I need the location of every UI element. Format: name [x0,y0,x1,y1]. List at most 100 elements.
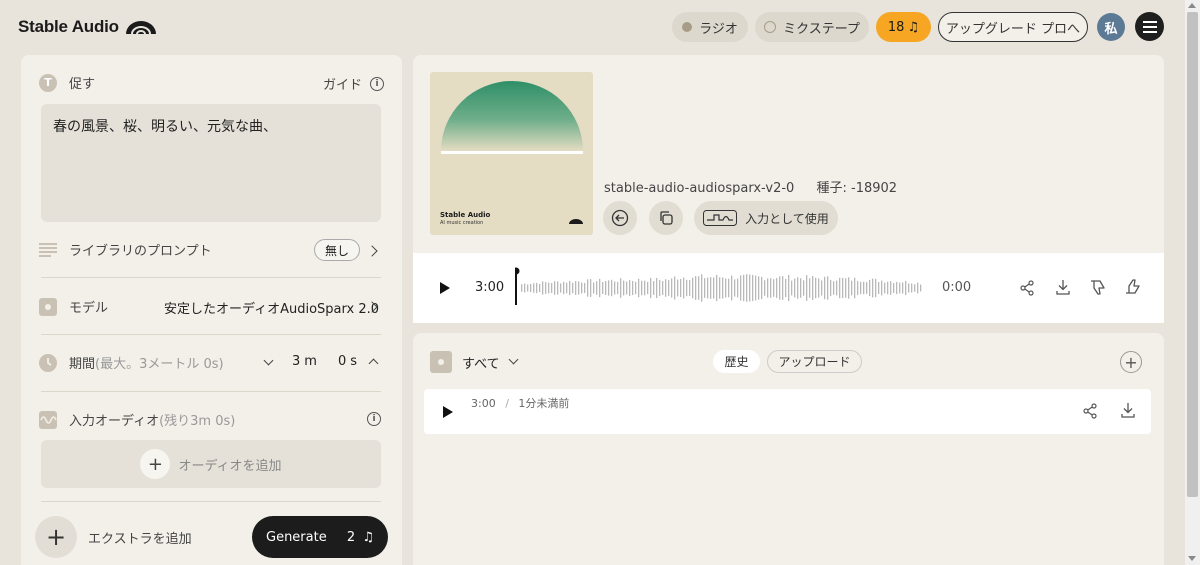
download-icon[interactable] [1055,279,1071,295]
waveform-bar [683,277,685,299]
prompt-input[interactable]: 春の風景、桜、明るい、元気な曲、 [41,104,381,222]
duration-minutes[interactable]: 3 m [292,354,317,369]
waveform-bars [512,267,922,305]
waveform[interactable] [512,267,929,307]
chevron-up-icon[interactable] [368,358,379,369]
waveform-bar [533,283,535,293]
waveform-bar [767,278,769,298]
library-value-badge[interactable]: 無し [314,239,360,261]
waveform-bar [797,277,799,299]
waveform-bar [896,281,898,295]
waveform-bar [782,276,784,300]
waveform-bar [839,277,841,299]
share-icon[interactable] [1082,403,1098,419]
upgrade-label: アップグレード プロへ [945,21,1081,37]
waveform-bar [863,281,865,295]
divider [41,334,381,335]
waveform-bar [590,279,592,297]
history-separator: / [505,397,509,410]
model-select[interactable]: 安定したオーディオAudioSparx 2.0 [164,298,379,317]
waveform-bar [917,282,919,294]
waveform-bar [572,282,574,294]
waveform-bar [878,281,880,295]
waveform-bar [671,278,673,298]
mixtape-button[interactable]: ミクステープ [755,12,869,42]
input-audio-info[interactable]: i [367,412,381,426]
waveform-bar [542,281,544,295]
playhead-knob[interactable] [512,267,520,275]
avatar[interactable]: 私 [1097,13,1125,41]
result-meta: stable-audio-audiosparx-v2-0 種子: -18902 [604,177,897,196]
waveform-bar [851,280,853,296]
tab-upload[interactable]: アップロード [767,350,862,373]
scroll-down-icon[interactable] [1188,556,1196,561]
waveform-bar [764,280,766,296]
chevron-down-icon[interactable] [263,355,274,366]
page-scrollbar[interactable] [1185,0,1200,565]
waveform-bar [857,281,859,295]
reuse-button[interactable] [603,201,637,235]
waveform-bar [854,277,856,299]
generate-button[interactable]: Generate 2 ♫ [252,516,388,558]
credits-badge[interactable]: 18 ♫ [876,12,931,42]
waveform-bar [848,277,850,299]
waveform-bar [884,282,886,294]
model-id: stable-audio-audiosparx-v2-0 [604,181,795,196]
add-extras-button[interactable]: + [35,516,77,558]
copy-button[interactable] [649,201,683,235]
top-bar: Stable Audio ラジオ ミクステープ 18 ♫ アップグレード プロへ… [0,0,1185,55]
music-note-icon: ♫ [907,19,920,35]
generate-label: Generate [266,529,327,545]
chevron-right-icon[interactable] [366,245,378,257]
tab-history[interactable]: 歴史 [713,350,760,373]
model-row[interactable]: モデル [39,297,108,316]
waveform-bar [665,279,667,297]
waveform-bar [545,282,547,294]
add-history-button[interactable]: + [1120,351,1142,373]
duration-seconds[interactable]: 0 s [338,354,357,369]
waveform-bar [644,280,646,296]
waveform-bar [821,280,823,296]
waveform-bar [890,281,892,295]
extras-label-wrap[interactable]: エクストラを追加 [88,528,192,547]
history-item[interactable]: 3:00 / 1分未満前 [424,389,1151,434]
waveform-bar [617,281,619,295]
radio-button[interactable]: ラジオ [672,12,748,42]
upgrade-button[interactable]: アップグレード プロへ [938,12,1088,42]
thumbs-up-icon[interactable] [1124,278,1141,295]
waveform-bar [833,281,835,295]
add-audio-button[interactable]: + オーディオを追加 [41,440,381,488]
share-icon[interactable] [1019,280,1035,296]
waveform-bar [605,280,607,296]
guide-link[interactable]: ガイド i [323,74,385,93]
generate-cost-value: 2 [346,529,356,545]
waveform-bar [599,278,601,298]
seconds-value: 0 [338,354,347,369]
logo[interactable]: Stable Audio [18,17,157,37]
result-panel: Stable Audio AI music creation stable-au… [413,55,1164,253]
signal-icon [703,210,738,226]
scroll-up-icon[interactable] [1188,3,1196,8]
waveform-bar [689,280,691,296]
credits-count: 18 [887,19,905,35]
waveform-bar [779,276,781,300]
waveform-bar [557,281,559,295]
waveform-bar [737,278,739,298]
play-icon[interactable] [443,406,453,418]
menu-button[interactable] [1135,12,1164,41]
album-title: Stable Audio [440,211,491,219]
thumbs-down-icon[interactable] [1089,279,1106,296]
waveform-icon [39,410,57,429]
download-icon[interactable] [1120,402,1136,418]
waveform-bar [824,276,826,300]
waveform-bar [752,274,754,302]
waveform-bar [686,279,688,297]
use-as-input-button[interactable]: 入力として使用 [694,201,838,235]
waveform-bar [803,280,805,296]
scroll-thumb[interactable] [1187,12,1198,497]
filter-dropdown[interactable]: すべて [430,351,519,373]
logo-text: Stable Audio [18,17,119,36]
waveform-bar [881,280,883,296]
library-prompts-row[interactable]: ライブラリのプロンプト [39,240,212,259]
play-icon[interactable] [440,282,450,294]
